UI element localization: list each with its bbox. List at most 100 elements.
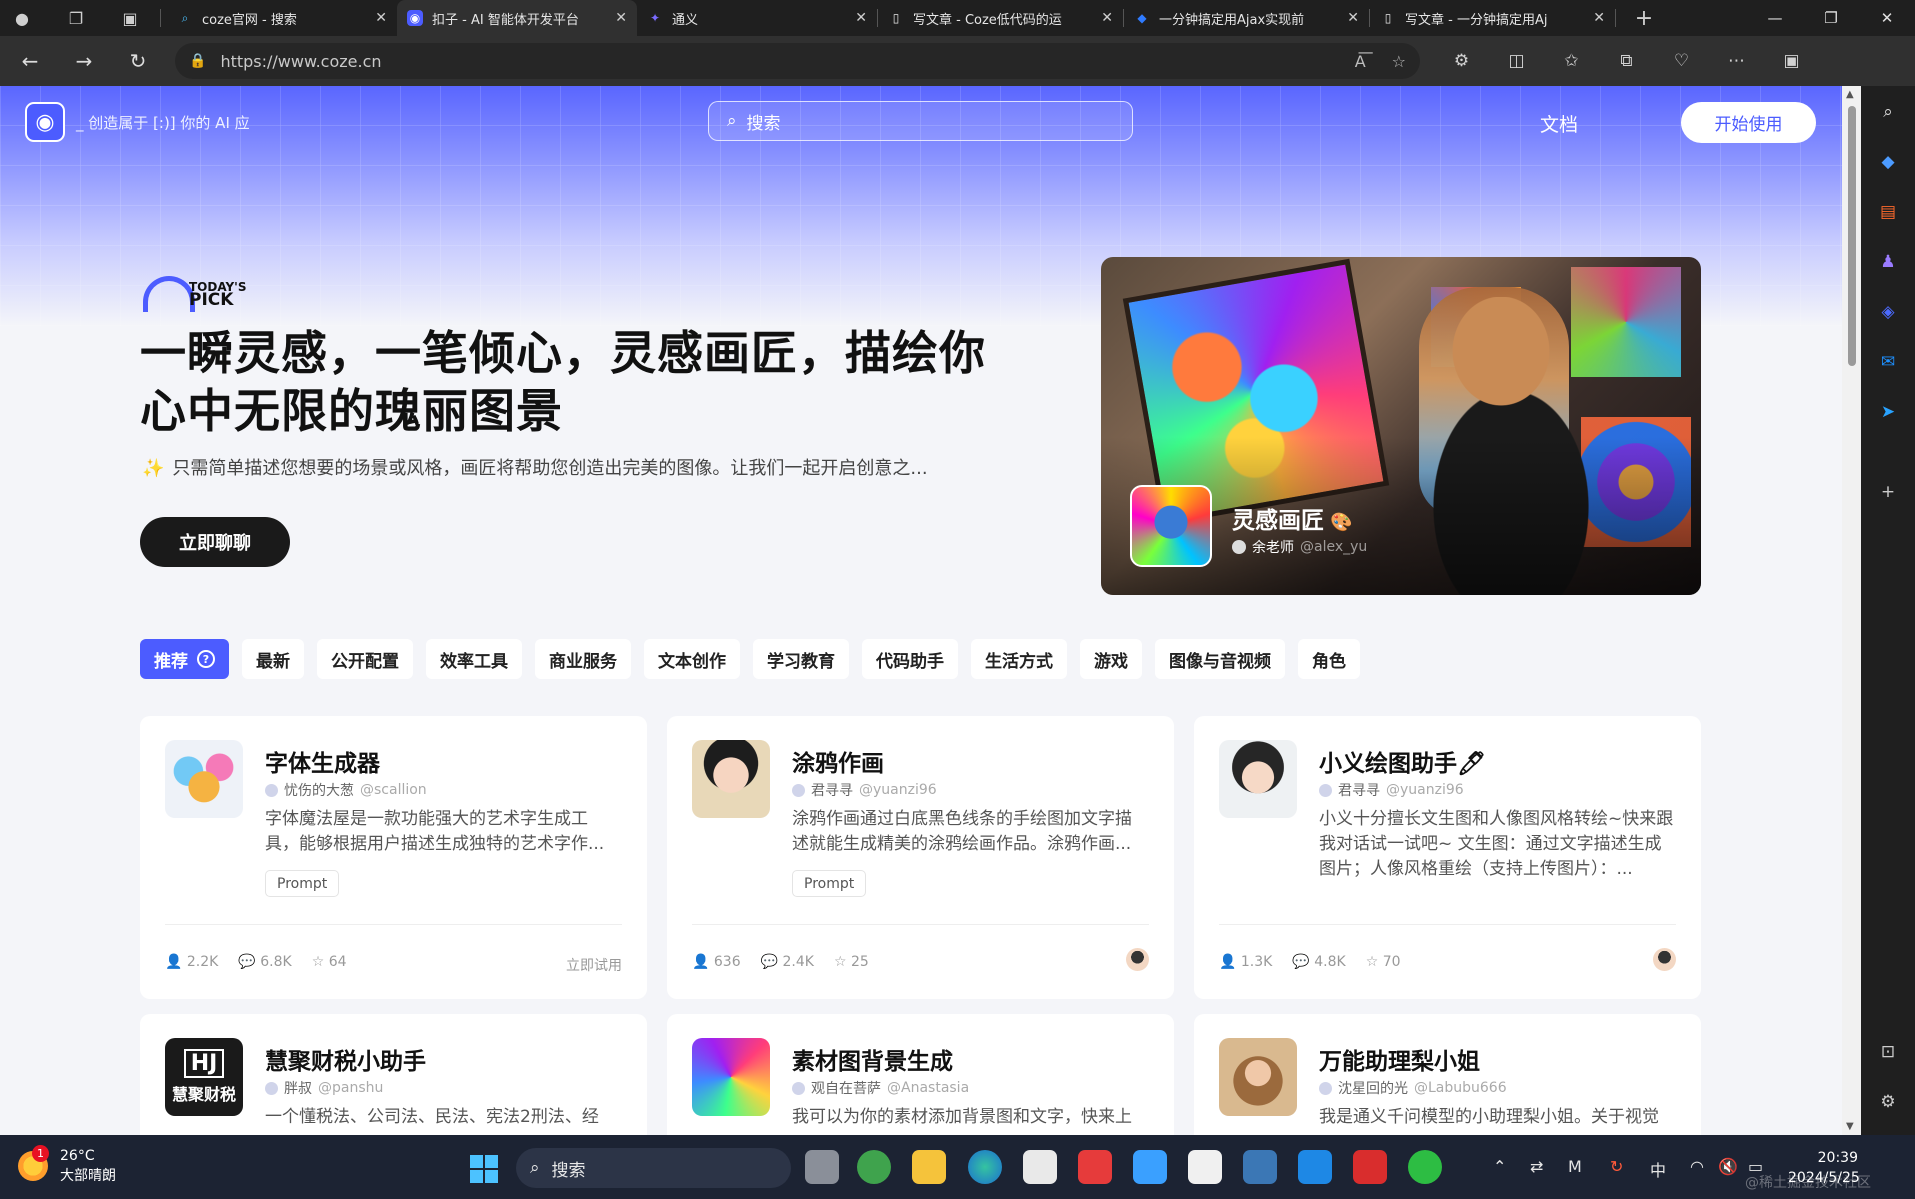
coze-logo[interactable]: ◉ <box>25 102 65 142</box>
docs-link[interactable]: 文档 <box>1540 110 1578 137</box>
author-avatar <box>265 783 278 797</box>
stars-stat: ☆ 70 <box>1365 954 1401 970</box>
huawei-app-icon[interactable] <box>1078 1150 1112 1184</box>
tab-write-article-2[interactable]: ▯ 写文章 - 一分钟搞定用Aj ✕ <box>1370 0 1615 36</box>
shopping-tag-icon[interactable]: ◆ <box>1878 152 1898 172</box>
help-icon[interactable]: ? <box>197 650 215 668</box>
start-button[interactable]: 开始使用 <box>1681 102 1816 143</box>
settings-icon[interactable]: ⚙ <box>1878 1092 1898 1112</box>
volume-muted-icon[interactable]: 🔇 <box>1718 1157 1738 1176</box>
tray-expand-icon[interactable]: ⌃ <box>1493 1157 1506 1176</box>
tab-write-article-1[interactable]: ▯ 写文章 - Coze低代码的运 ✕ <box>878 0 1123 36</box>
close-tab-icon[interactable]: ✕ <box>1593 10 1605 26</box>
tab-roles[interactable]: 角色 <box>1298 639 1360 679</box>
close-tab-icon[interactable]: ✕ <box>375 10 387 26</box>
send-icon[interactable]: ➤ <box>1878 402 1898 422</box>
tab-code[interactable]: 代码助手 <box>862 639 958 679</box>
store-icon[interactable] <box>1023 1150 1057 1184</box>
windows-start-icon[interactable] <box>470 1155 498 1183</box>
copilot-icon[interactable]: ◈ <box>1878 302 1898 322</box>
favorite-star-icon[interactable]: ☆ <box>1392 52 1406 71</box>
tab-productivity[interactable]: 效率工具 <box>426 639 522 679</box>
weather-widget[interactable]: 1 26°C 大部晴朗 <box>18 1145 116 1186</box>
tab-coze[interactable]: ◉ 扣子 - AI 智能体开发平台 ✕ <box>397 0 637 36</box>
bot-card[interactable]: 万能助理梨小姐 沈星回的光 @Labubu666 我是通义千问模型的小助理梨小姐。… <box>1194 1014 1701 1135</box>
sidebar-toggle-icon[interactable]: ▣ <box>1764 51 1819 71</box>
tray-settings-icon[interactable]: ⇄ <box>1530 1157 1543 1176</box>
close-tab-icon[interactable]: ✕ <box>1347 10 1359 26</box>
mail-app-icon[interactable] <box>1188 1150 1222 1184</box>
document-icon: ▯ <box>1384 11 1392 25</box>
bot-card[interactable]: 小义绘图助手🖊 君寻寻 @yuanzi96 小义十分擅长文生图和人像图风格转绘~快… <box>1194 716 1701 999</box>
tab-lifestyle[interactable]: 生活方式 <box>971 639 1067 679</box>
taskbar-search[interactable]: ⌕ 搜索 <box>516 1148 791 1188</box>
frog-app-icon[interactable] <box>857 1150 891 1184</box>
performance-icon[interactable]: ♡ <box>1654 51 1709 71</box>
tab-actions-icon[interactable]: ▣ <box>112 0 148 36</box>
back-icon[interactable]: ← <box>3 36 57 86</box>
add-icon[interactable]: + <box>1878 482 1898 502</box>
tab-tongyi[interactable]: ✦ 通义 ✕ <box>637 0 877 36</box>
scroll-down-icon[interactable]: ▼ <box>1846 1121 1854 1132</box>
bot-card[interactable]: HJ 慧聚财税 慧聚财税小助手 胖叔 @panshu 一个懂税法、公司法、民法、宪法… <box>140 1014 647 1135</box>
scroll-up-icon[interactable]: ▲ <box>1846 89 1854 100</box>
close-tab-icon[interactable]: ✕ <box>1101 10 1113 26</box>
close-tab-icon[interactable]: ✕ <box>615 10 627 26</box>
games-icon[interactable]: ♟ <box>1878 252 1898 272</box>
tab-games[interactable]: 游戏 <box>1080 639 1142 679</box>
minimize-icon[interactable]: — <box>1747 0 1803 36</box>
favorites-icon[interactable]: ✩ <box>1544 51 1599 71</box>
tab-recommended[interactable]: 推荐? <box>140 639 229 679</box>
close-window-icon[interactable]: ✕ <box>1859 0 1915 36</box>
sync-icon[interactable]: ↻ <box>1610 1157 1623 1176</box>
split-screen-icon[interactable]: ◫ <box>1489 51 1544 71</box>
task-view-icon[interactable] <box>805 1150 839 1184</box>
extensions-icon[interactable]: ⚙ <box>1434 51 1489 71</box>
forward-icon[interactable]: → <box>57 36 111 86</box>
screenshot-icon[interactable]: ⊡ <box>1878 1042 1898 1062</box>
restore-icon[interactable]: ❐ <box>1803 0 1859 36</box>
outlook-icon[interactable]: ✉ <box>1878 352 1898 372</box>
wps-icon[interactable] <box>1353 1150 1387 1184</box>
toolbox-icon[interactable]: ▤ <box>1878 202 1898 222</box>
refresh-icon[interactable]: ↻ <box>111 36 165 86</box>
edge-browser-icon[interactable] <box>968 1150 1002 1184</box>
search-icon[interactable]: ⌕ <box>1878 102 1898 122</box>
file-explorer-icon[interactable] <box>912 1150 946 1184</box>
tray-app-icon[interactable]: M <box>1568 1157 1582 1176</box>
tab-public-config[interactable]: 公开配置 <box>317 639 413 679</box>
chat-now-button[interactable]: 立即聊聊 <box>140 517 290 567</box>
try-now-link[interactable]: 立即试用 <box>566 955 622 975</box>
creator-avatar[interactable] <box>1126 948 1149 971</box>
new-tab-icon[interactable]: + <box>1626 0 1662 36</box>
read-aloud-icon[interactable]: A͞ <box>1355 52 1366 71</box>
close-tab-icon[interactable]: ✕ <box>855 10 867 26</box>
cloud-app-icon[interactable] <box>1133 1150 1167 1184</box>
tab-coze-search[interactable]: ⌕ coze官网 - 搜索 ✕ <box>167 0 397 36</box>
tab-business[interactable]: 商业服务 <box>535 639 631 679</box>
tab-ajax-article[interactable]: ◆ 一分钟搞定用Ajax实现前 ✕ <box>1124 0 1369 36</box>
scrollbar-thumb[interactable] <box>1848 106 1856 366</box>
bot-card[interactable]: 字体生成器 忧伤的大葱 @scallion 字体魔法屋是一款功能强大的艺术字生成工… <box>140 716 647 999</box>
page-scrollbar[interactable]: ▲ ▼ <box>1842 86 1861 1135</box>
tab-writing[interactable]: 文本创作 <box>644 639 740 679</box>
collections-icon[interactable]: ⧉ <box>1599 51 1654 71</box>
tab-image-av[interactable]: 图像与音视频 <box>1155 639 1285 679</box>
ime-indicator[interactable]: 中 <box>1650 1157 1666 1181</box>
url-field[interactable]: 🔒 https://www.coze.cn A͞ ☆ <box>175 43 1420 79</box>
profile-icon[interactable]: ● <box>4 0 40 36</box>
bot-card[interactable]: 素材图背景生成 观自在菩萨 @Anastasia 我可以为你的素材添加背景图和文字… <box>667 1014 1174 1135</box>
logo-slogan: _ 创造属于 [:)] 你的 AI 应 <box>76 114 250 132</box>
workspaces-icon[interactable]: ❐ <box>58 0 94 36</box>
featured-bot-banner[interactable]: 灵感画匠 🎨 余老师 @alex_yu <box>1101 257 1701 595</box>
wifi-icon[interactable]: ◠ <box>1690 1157 1704 1176</box>
pin-app-icon[interactable] <box>1298 1150 1332 1184</box>
python-app-icon[interactable] <box>1243 1150 1277 1184</box>
more-icon[interactable]: ⋯ <box>1709 51 1764 71</box>
bot-card[interactable]: 涂鸦作画 君寻寻 @yuanzi96 涂鸦作画通过白底黑色线条的手绘图加文字描述就… <box>667 716 1174 999</box>
search-input[interactable]: ⌕ 搜索 <box>708 101 1133 141</box>
tab-latest[interactable]: 最新 <box>242 639 304 679</box>
wechat-icon[interactable] <box>1408 1150 1442 1184</box>
creator-avatar[interactable] <box>1653 948 1676 971</box>
tab-education[interactable]: 学习教育 <box>753 639 849 679</box>
